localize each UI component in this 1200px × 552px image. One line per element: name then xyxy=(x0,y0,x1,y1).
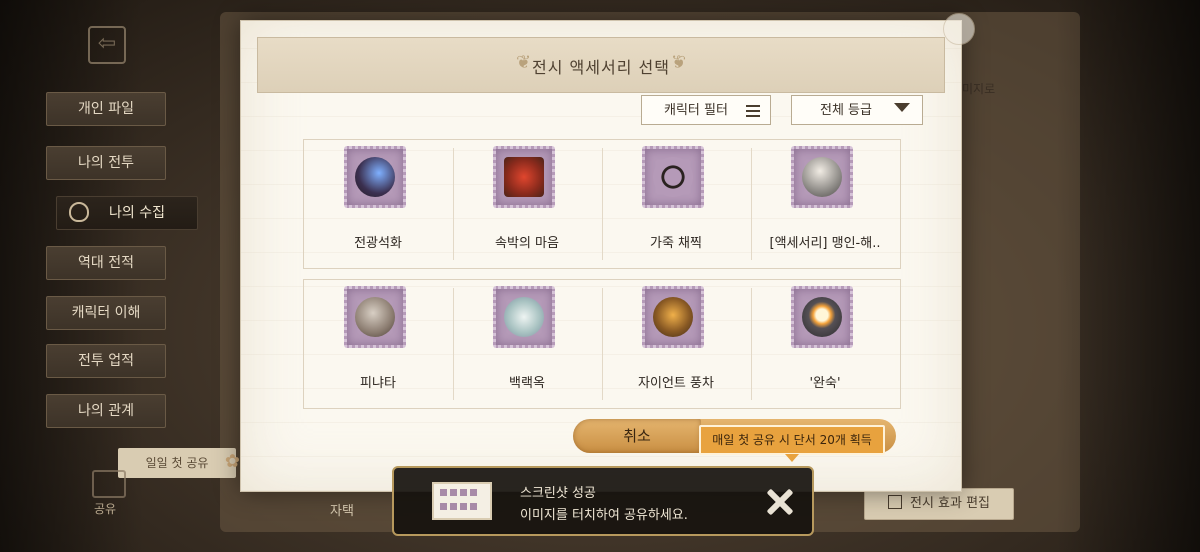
accessory-item[interactable]: 피냐타 xyxy=(304,280,452,404)
close-icon[interactable] xyxy=(764,486,796,518)
toast-title: 스크린샷 성공 xyxy=(520,486,596,501)
sidebar-item-profile[interactable]: 개인 파일 xyxy=(46,92,166,126)
accessory-name: 피냐타 xyxy=(360,376,396,391)
effect-edit-label: 전시 효과 편집 xyxy=(909,496,991,511)
self-description-label: 자택 xyxy=(330,504,354,519)
sidebar-item-my-collection[interactable]: 나의 수집 xyxy=(56,196,198,230)
accessory-name: [액세서리] 맹인-해.. xyxy=(769,236,881,251)
pinata-icon xyxy=(344,286,406,348)
jade-creature-icon xyxy=(493,286,555,348)
accessory-select-modal: ❦ 전시 액세서리 선택 ❦ 캐릭터 필터 전체 등급 전광석화 속박의 마음 … xyxy=(240,13,975,492)
edit-icon xyxy=(887,495,902,509)
partial-background-text: 미지로 xyxy=(962,82,996,96)
accessory-item[interactable]: 속박의 마음 xyxy=(453,140,601,264)
sidebar-item-my-relations[interactable]: 나의 관계 xyxy=(46,394,166,428)
accessory-row-1: 전광석화 속박의 마음 가죽 채찍 [액세서리] 맹인-해.. xyxy=(303,139,901,269)
share-icon[interactable] xyxy=(92,470,126,498)
accessory-name: 자이언트 풍차 xyxy=(638,376,714,391)
share-label: 공유 xyxy=(94,502,117,516)
accessory-row-2: 피냐타 백랙옥 자이언트 풍차 '완숙' xyxy=(303,279,901,409)
grade-dropdown[interactable]: 전체 등급 xyxy=(791,95,923,125)
accessory-item[interactable]: 백랙옥 xyxy=(453,280,601,404)
character-filter-button[interactable]: 캐릭터 필터 xyxy=(641,95,771,125)
laurel-right-icon: ❦ xyxy=(670,52,686,73)
grade-dropdown-label: 전체 등급 xyxy=(820,103,872,118)
screenshot-toast[interactable]: 스크린샷 성공 이미지를 터치하여 공유하세요. xyxy=(392,466,814,536)
accessory-name: '완숙' xyxy=(809,376,841,391)
daily-share-label: 일일 첫 공유 xyxy=(145,456,209,470)
daily-share-banner: 일일 첫 공유 ✿ xyxy=(118,448,240,478)
accessory-name: 전광석화 xyxy=(354,236,402,251)
chalice-icon xyxy=(791,146,853,208)
list-icon xyxy=(746,105,760,117)
display-effect-edit-button[interactable]: 전시 효과 편집 xyxy=(864,488,1014,520)
accessory-item[interactable]: 자이언트 풍차 xyxy=(602,280,750,404)
accessory-name: 가죽 채찍 xyxy=(650,236,702,251)
daily-share-reward-badge: 매일 첫 공유 시 단서 20개 획득 xyxy=(699,425,885,462)
corner-ornament-icon xyxy=(943,13,975,45)
accessory-item[interactable]: [액세서리] 맹인-해.. xyxy=(751,140,899,264)
accessory-item[interactable]: 가죽 채찍 xyxy=(602,140,750,264)
giant-windmill-icon xyxy=(642,286,704,348)
sidebar-item-character-understanding[interactable]: 캐릭터 이해 xyxy=(46,296,166,330)
sidebar-item-history[interactable]: 역대 전적 xyxy=(46,246,166,280)
modal-title: 전시 액세서리 선택 xyxy=(532,58,670,77)
sidebar-item-my-battles[interactable]: 나의 전투 xyxy=(46,146,166,180)
accessory-item[interactable]: '완숙' xyxy=(751,280,899,404)
fried-egg-pan-icon xyxy=(791,286,853,348)
accessory-name: 속박의 마음 xyxy=(495,236,559,251)
sidebar-item-label: 나의 수집 xyxy=(109,205,165,221)
modal-header: ❦ 전시 액세서리 선택 ❦ xyxy=(257,37,945,93)
sidebar-item-battle-achievements[interactable]: 전투 업적 xyxy=(46,344,166,378)
cancel-button[interactable]: 취소 xyxy=(573,419,701,453)
bound-heart-icon xyxy=(493,146,555,208)
shield-icon xyxy=(69,202,89,222)
exit-door-icon[interactable]: ⇦ xyxy=(88,26,126,64)
leather-whip-icon xyxy=(642,146,704,208)
lightning-gauntlet-icon xyxy=(344,146,406,208)
flower-icon: ✿ xyxy=(224,451,240,472)
character-filter-label: 캐릭터 필터 xyxy=(664,103,728,118)
toast-message: 이미지를 터치하여 공유하세요. xyxy=(520,508,688,523)
accessory-item[interactable]: 전광석화 xyxy=(304,140,452,264)
screenshot-thumbnail[interactable] xyxy=(432,482,492,520)
chevron-down-icon xyxy=(894,103,910,112)
accessory-name: 백랙옥 xyxy=(509,376,545,391)
